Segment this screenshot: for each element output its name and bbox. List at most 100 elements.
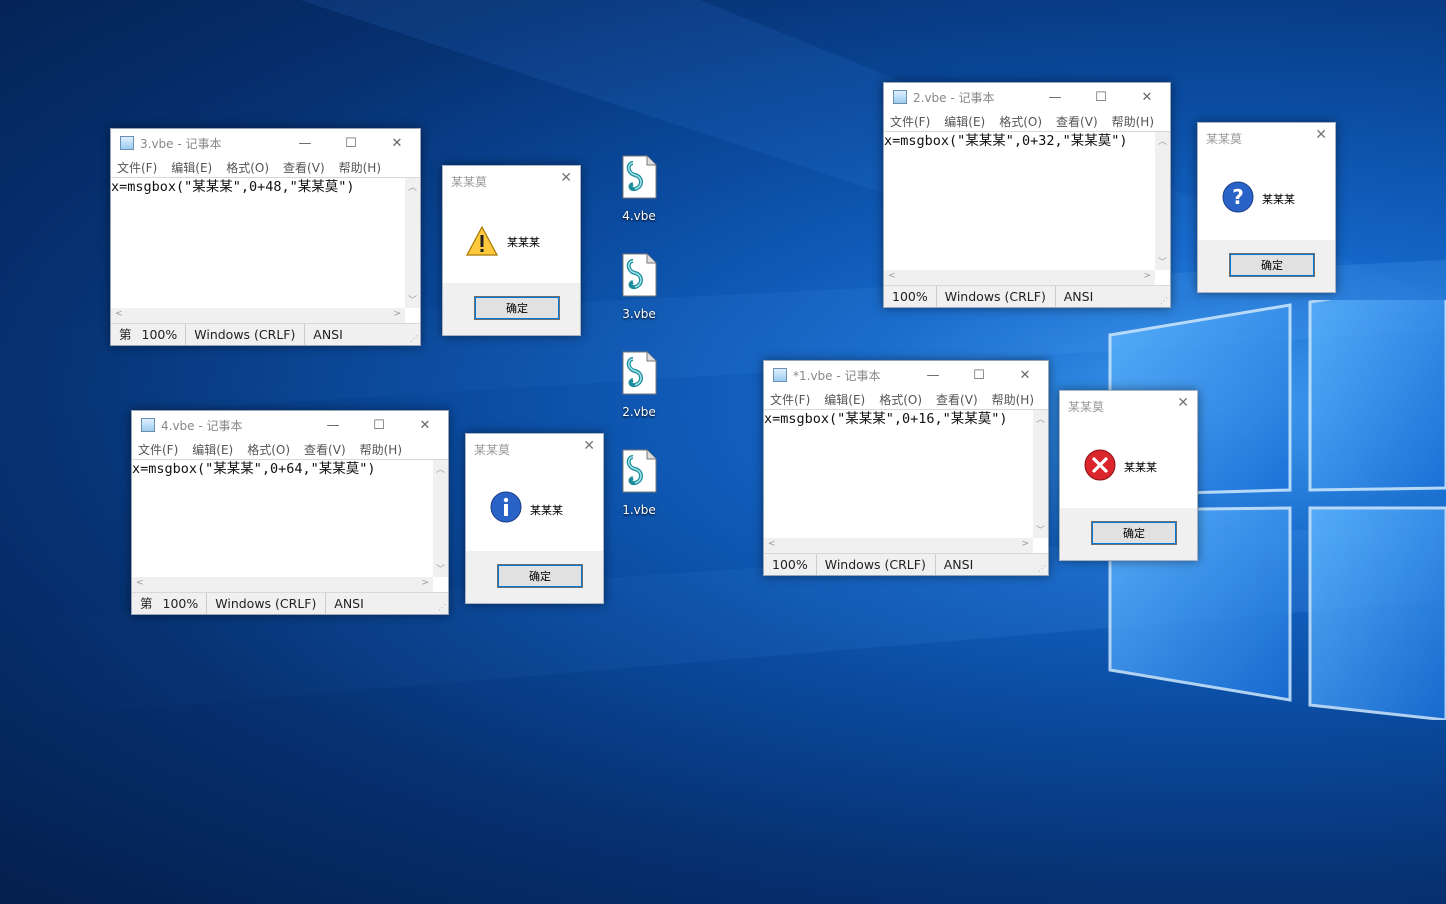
ok-button[interactable]: 确定 bbox=[474, 296, 560, 320]
text-editor[interactable]: x=msgbox("某某某",0+64,"某某莫") ︿ ﹀ < > bbox=[132, 459, 448, 592]
menu-file[interactable]: 文件(F) bbox=[138, 441, 178, 458]
menu-format[interactable]: 格式(O) bbox=[999, 113, 1042, 130]
menu-format[interactable]: 格式(O) bbox=[879, 391, 922, 408]
ok-button[interactable]: 确定 bbox=[1229, 253, 1315, 277]
maximize-button[interactable]: ☐ bbox=[328, 129, 374, 157]
editor-text[interactable]: x=msgbox("某某某",0+48,"某某莫") bbox=[111, 178, 420, 196]
editor-text[interactable]: x=msgbox("某某某",0+32,"某某莫") bbox=[884, 132, 1170, 150]
vertical-scrollbar[interactable]: ︿ ﹀ bbox=[1033, 410, 1048, 538]
msgbox-error[interactable]: 某某莫 ✕ 某某某 确定 bbox=[1059, 390, 1198, 561]
resize-grip[interactable]: ⋰ bbox=[1160, 296, 1168, 305]
vertical-scrollbar[interactable]: ︿ ﹀ bbox=[405, 178, 420, 308]
title-bar[interactable]: *1.vbe - 记事本 — ☐ ✕ bbox=[764, 361, 1048, 389]
menu-help[interactable]: 帮助(H) bbox=[360, 441, 402, 458]
horizontal-scrollbar[interactable]: < > bbox=[111, 308, 405, 323]
maximize-button[interactable]: ☐ bbox=[1078, 83, 1124, 111]
status-encoding: ANSI bbox=[334, 596, 364, 611]
menu-file[interactable]: 文件(F) bbox=[117, 159, 157, 176]
menu-format[interactable]: 格式(O) bbox=[226, 159, 269, 176]
msgbox-message: 某某某 bbox=[530, 504, 563, 517]
window-title: 2.vbe - 记事本 bbox=[913, 90, 995, 105]
msgbox-info[interactable]: 某某莫 ✕ 某某某 确定 bbox=[465, 433, 604, 604]
menu-format[interactable]: 格式(O) bbox=[247, 441, 290, 458]
menu-edit[interactable]: 编辑(E) bbox=[944, 113, 985, 130]
title-bar[interactable]: 2.vbe - 记事本 — ☐ ✕ bbox=[884, 83, 1170, 111]
status-zoom: 100% bbox=[134, 324, 187, 345]
status-eol: Windows (CRLF) bbox=[207, 593, 327, 614]
window-title: 3.vbe - 记事本 bbox=[140, 136, 222, 151]
minimize-button[interactable]: — bbox=[910, 361, 956, 389]
msgbox-footer: 确定 bbox=[466, 551, 603, 603]
editor-text[interactable]: x=msgbox("某某某",0+16,"某某莫") bbox=[764, 410, 1048, 428]
menu-file[interactable]: 文件(F) bbox=[890, 113, 930, 130]
menu-help[interactable]: 帮助(H) bbox=[1112, 113, 1154, 130]
notepad-window-4[interactable]: 4.vbe - 记事本 — ☐ ✕ 文件(F) 编辑(E) 格式(O) 查看(V… bbox=[131, 410, 449, 615]
horizontal-scrollbar[interactable]: < > bbox=[764, 538, 1033, 553]
minimize-button[interactable]: — bbox=[310, 411, 356, 439]
window-title: 4.vbe - 记事本 bbox=[161, 418, 243, 433]
question-icon: ? bbox=[1222, 181, 1254, 213]
notepad-window-3[interactable]: 3.vbe - 记事本 — ☐ ✕ 文件(F) 编辑(E) 格式(O) 查看(V… bbox=[110, 128, 421, 346]
close-button[interactable]: ✕ bbox=[560, 170, 572, 186]
notepad-icon bbox=[120, 136, 134, 150]
menu-view[interactable]: 查看(V) bbox=[304, 441, 346, 458]
text-editor[interactable]: x=msgbox("某某某",0+16,"某某莫") ︿ ﹀ < > bbox=[764, 409, 1048, 553]
msgbox-message: 某某某 bbox=[1124, 461, 1157, 474]
menu-edit[interactable]: 编辑(E) bbox=[192, 441, 233, 458]
msgbox-warning[interactable]: 某某莫 ✕ 某某某 确定 bbox=[442, 165, 581, 336]
status-bar: 100% Windows (CRLF) ANSI ⋰ bbox=[764, 553, 1048, 575]
status-zoom: 100% bbox=[155, 593, 208, 614]
horizontal-scrollbar[interactable]: < > bbox=[132, 577, 433, 592]
desktop-icon-1vbe[interactable]: 1.vbe bbox=[609, 449, 669, 517]
text-editor[interactable]: x=msgbox("某某某",0+32,"某某莫") ︿ ﹀ < > bbox=[884, 131, 1170, 285]
vertical-scrollbar[interactable]: ︿ ﹀ bbox=[1155, 132, 1170, 270]
close-button[interactable]: ✕ bbox=[1315, 127, 1327, 143]
status-eol: Windows (CRLF) bbox=[186, 324, 306, 345]
menu-edit[interactable]: 编辑(E) bbox=[171, 159, 212, 176]
desktop-icon-3vbe[interactable]: 3.vbe bbox=[609, 253, 669, 321]
menu-file[interactable]: 文件(F) bbox=[770, 391, 810, 408]
notepad-window-2[interactable]: 2.vbe - 记事本 — ☐ ✕ 文件(F) 编辑(E) 格式(O) 查看(V… bbox=[883, 82, 1171, 308]
msgbox-question[interactable]: 某某莫 ✕ ? 某某某 确定 bbox=[1197, 122, 1336, 293]
menu-edit[interactable]: 编辑(E) bbox=[824, 391, 865, 408]
minimize-button[interactable]: — bbox=[1032, 83, 1078, 111]
resize-grip[interactable]: ⋰ bbox=[410, 334, 418, 343]
menu-view[interactable]: 查看(V) bbox=[936, 391, 978, 408]
editor-text[interactable]: x=msgbox("某某某",0+64,"某某莫") bbox=[132, 460, 448, 478]
vbe-file-icon bbox=[622, 449, 657, 493]
status-zoom: 100% bbox=[764, 554, 817, 575]
desktop-icon-4vbe[interactable]: 4.vbe bbox=[609, 155, 669, 223]
close-button[interactable]: ✕ bbox=[1124, 83, 1170, 111]
close-button[interactable]: ✕ bbox=[402, 411, 448, 439]
msgbox-footer: 确定 bbox=[1060, 508, 1197, 560]
desktop-icon-label: 2.vbe bbox=[622, 405, 656, 419]
vertical-scrollbar[interactable]: ︿ ﹀ bbox=[433, 460, 448, 577]
close-button[interactable]: ✕ bbox=[1177, 395, 1189, 411]
close-button[interactable]: ✕ bbox=[1002, 361, 1048, 389]
msgbox-title: 某某莫 bbox=[474, 443, 511, 457]
desktop-icon-label: 1.vbe bbox=[622, 503, 656, 517]
menu-view[interactable]: 查看(V) bbox=[283, 159, 325, 176]
notepad-window-1[interactable]: *1.vbe - 记事本 — ☐ ✕ 文件(F) 编辑(E) 格式(O) 查看(… bbox=[763, 360, 1049, 576]
menu-help[interactable]: 帮助(H) bbox=[339, 159, 381, 176]
resize-grip[interactable]: ⋰ bbox=[1038, 564, 1046, 573]
title-bar[interactable]: 3.vbe - 记事本 — ☐ ✕ bbox=[111, 129, 420, 157]
close-button[interactable]: ✕ bbox=[374, 129, 420, 157]
horizontal-scrollbar[interactable]: < > bbox=[884, 270, 1155, 285]
ok-button[interactable]: 确定 bbox=[497, 564, 583, 588]
warning-icon bbox=[466, 226, 498, 256]
vbe-file-icon bbox=[622, 351, 657, 395]
maximize-button[interactable]: ☐ bbox=[956, 361, 1002, 389]
ok-button[interactable]: 确定 bbox=[1091, 521, 1177, 545]
status-position: 第 bbox=[119, 327, 132, 342]
resize-grip[interactable]: ⋰ bbox=[438, 603, 446, 612]
msgbox-body: 某某某 bbox=[443, 196, 580, 284]
desktop-icon-2vbe[interactable]: 2.vbe bbox=[609, 351, 669, 419]
menu-help[interactable]: 帮助(H) bbox=[992, 391, 1034, 408]
text-editor[interactable]: x=msgbox("某某某",0+48,"某某莫") ︿ ﹀ < > bbox=[111, 177, 420, 323]
maximize-button[interactable]: ☐ bbox=[356, 411, 402, 439]
close-button[interactable]: ✕ bbox=[583, 438, 595, 454]
minimize-button[interactable]: — bbox=[282, 129, 328, 157]
menu-view[interactable]: 查看(V) bbox=[1056, 113, 1098, 130]
title-bar[interactable]: 4.vbe - 记事本 — ☐ ✕ bbox=[132, 411, 448, 439]
